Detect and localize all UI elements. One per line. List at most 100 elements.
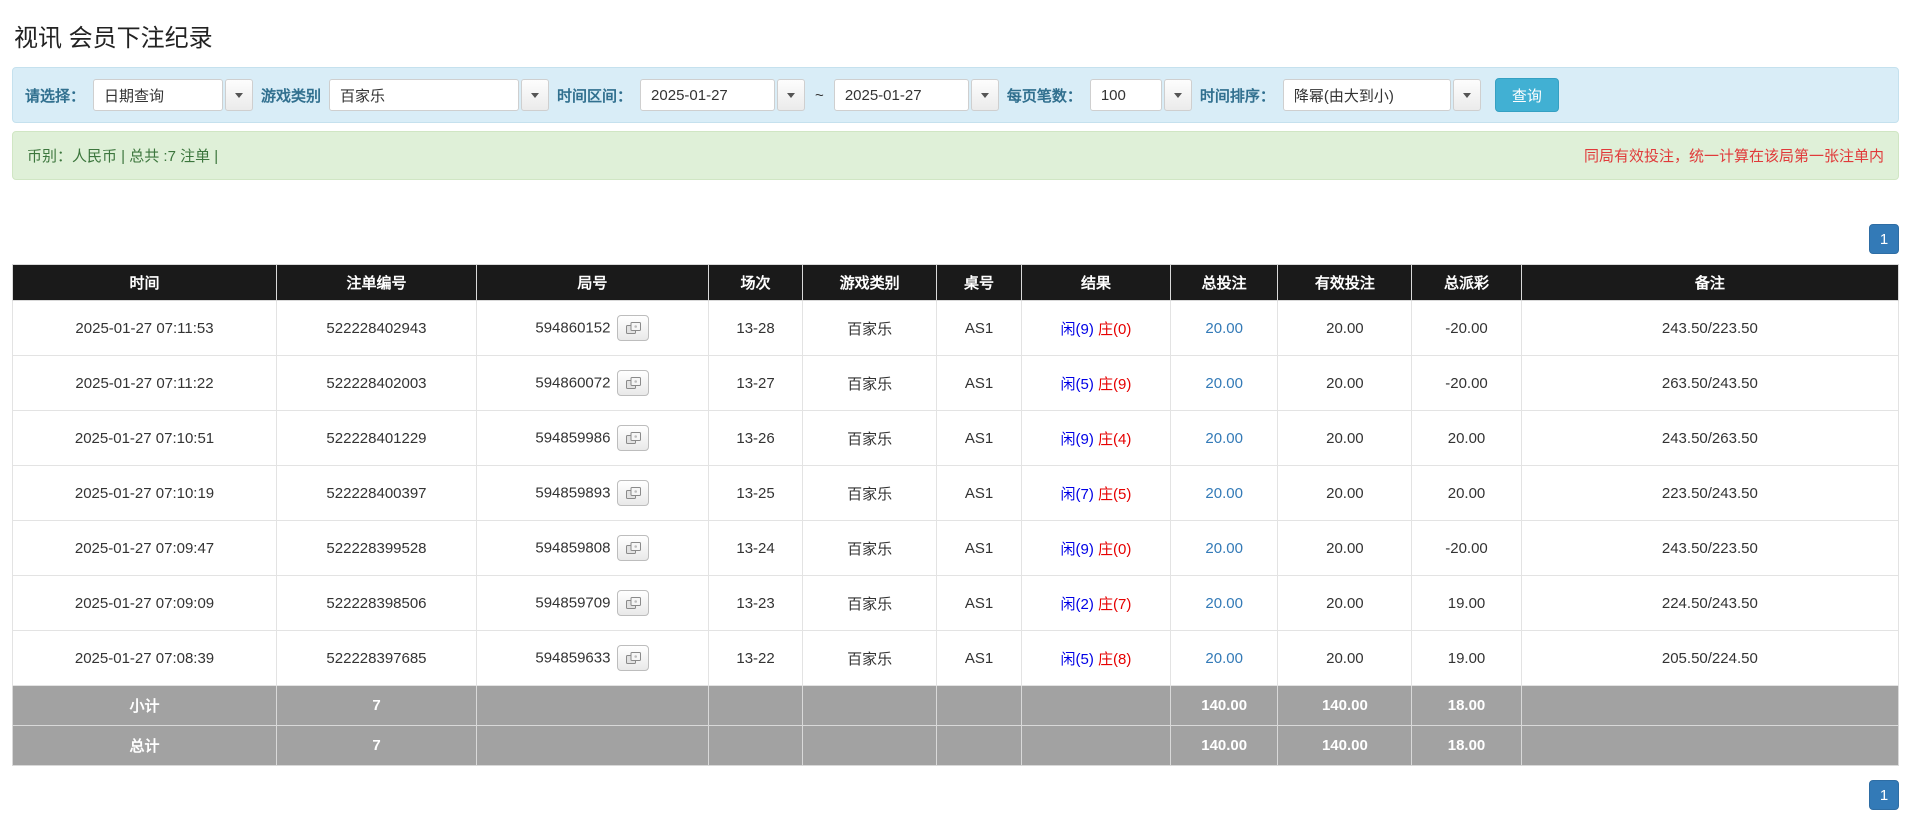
remark: 263.50/243.50 xyxy=(1520,355,1900,411)
round-replay-cards-icon[interactable] xyxy=(617,535,650,561)
table-number: AS1 xyxy=(936,410,1022,466)
bet-time: 2025-01-27 07:09:09 xyxy=(11,575,278,631)
result-player: 闲(5) xyxy=(1060,650,1094,668)
round-cell: 594859986 xyxy=(475,410,709,466)
game-category-select[interactable]: 百家乐 xyxy=(329,79,550,111)
valid-bet: 20.00 xyxy=(1277,630,1413,686)
summary-total-payout: 18.00 xyxy=(1411,725,1522,766)
session-number: 13-27 xyxy=(707,355,804,411)
summary-total-payout: 18.00 xyxy=(1411,685,1522,726)
total-bet-cell: 20.00 xyxy=(1169,575,1279,631)
result-cell: 闲(5) 庄(8) xyxy=(1020,630,1171,686)
currency-summary-text: 币别：人民币 | 总共 :7 注单 | xyxy=(27,148,219,165)
header-result: 结果 xyxy=(1020,264,1171,301)
chevron-down-icon[interactable] xyxy=(1163,79,1192,111)
bet-id: 522228402943 xyxy=(276,300,477,356)
table-row: 2025-01-27 07:10:51 522228401229 5948599… xyxy=(11,410,1900,466)
total-bet-cell: 20.00 xyxy=(1169,630,1279,686)
header-round: 局号 xyxy=(475,264,709,301)
remark: 243.50/263.50 xyxy=(1520,410,1900,466)
total-bet-cell: 20.00 xyxy=(1169,410,1279,466)
total-bet-link[interactable]: 20.00 xyxy=(1205,320,1243,337)
chevron-down-icon[interactable] xyxy=(1452,79,1481,111)
game-category-select-value[interactable]: 百家乐 xyxy=(329,79,520,111)
round-number: 594859709 xyxy=(535,594,611,612)
result-player: 闲(5) xyxy=(1060,375,1094,393)
session-number: 13-23 xyxy=(707,575,804,631)
session-number: 13-22 xyxy=(707,630,804,686)
mode-label: 请选择： xyxy=(25,87,86,105)
summary-empty-cell xyxy=(475,725,709,766)
bet-id: 522228400397 xyxy=(276,465,477,521)
chevron-down-icon xyxy=(980,92,989,98)
time-sort-value[interactable]: 降幂(由大到小) xyxy=(1282,79,1451,111)
game-category: 百家乐 xyxy=(802,300,938,356)
time-sort-select[interactable]: 降幂(由大到小) xyxy=(1282,79,1481,111)
total-bet-link[interactable]: 20.00 xyxy=(1205,485,1243,502)
table-row: 2025-01-27 07:08:39 522228397685 5948596… xyxy=(11,630,1900,686)
valid-bet: 20.00 xyxy=(1277,575,1413,631)
chevron-down-icon[interactable] xyxy=(521,79,550,111)
per-page-value[interactable]: 100 xyxy=(1089,79,1162,111)
date-to-select[interactable]: 2025-01-27 xyxy=(833,79,999,111)
table-row: 2025-01-27 07:11:22 522228402003 5948600… xyxy=(11,355,1900,411)
summary-bar: 币别：人民币 | 总共 :7 注单 | 同局有效投注，统一计算在该局第一张注单内 xyxy=(12,131,1899,180)
remark: 243.50/223.50 xyxy=(1520,520,1900,576)
header-total-bet: 总投注 xyxy=(1169,264,1279,301)
valid-bet-notice-text: 同局有效投注，统一计算在该局第一张注单内 xyxy=(1583,148,1884,165)
page-title: 视讯 会员下注纪录 xyxy=(14,25,213,52)
game-category: 百家乐 xyxy=(802,355,938,411)
per-page-select[interactable]: 100 xyxy=(1089,79,1192,111)
date-from-value[interactable]: 2025-01-27 xyxy=(640,79,776,111)
summary-empty-cell xyxy=(707,685,804,726)
page-root: 视讯 会员下注纪录 请选择： 日期查询 游戏类别 百家乐 时间区间： 2025-… xyxy=(0,0,1911,830)
round-replay-cards-icon[interactable] xyxy=(617,480,650,506)
page-1-button[interactable]: 1 xyxy=(1869,224,1899,254)
summary-empty-cell xyxy=(1520,725,1900,766)
table-number: AS1 xyxy=(936,630,1022,686)
table-row: 2025-01-27 07:10:19 522228400397 5948598… xyxy=(11,465,1900,521)
result-player: 闲(2) xyxy=(1060,595,1094,613)
total-bet-link[interactable]: 20.00 xyxy=(1205,430,1243,447)
cards-icon xyxy=(625,541,641,554)
total-bet-link[interactable]: 20.00 xyxy=(1205,540,1243,557)
total-bet-link[interactable]: 20.00 xyxy=(1205,595,1243,612)
result-player: 闲(7) xyxy=(1060,485,1094,503)
bet-time: 2025-01-27 07:10:19 xyxy=(11,465,278,521)
bet-id: 522228402003 xyxy=(276,355,477,411)
round-replay-cards-icon[interactable] xyxy=(617,315,650,341)
round-replay-cards-icon[interactable] xyxy=(617,425,650,451)
round-replay-cards-icon[interactable] xyxy=(617,645,650,671)
round-number: 594859633 xyxy=(535,649,611,667)
mode-select-value[interactable]: 日期查询 xyxy=(93,79,224,111)
result-player: 闲(9) xyxy=(1060,540,1094,558)
bets-table-body: 2025-01-27 07:11:53 522228402943 5948601… xyxy=(11,300,1900,686)
page-1-button[interactable]: 1 xyxy=(1869,780,1899,810)
bet-time: 2025-01-27 07:10:51 xyxy=(11,410,278,466)
total-bet-link[interactable]: 20.00 xyxy=(1205,375,1243,392)
chevron-down-icon[interactable] xyxy=(225,79,254,111)
header-session: 场次 xyxy=(707,264,804,301)
chevron-down-icon xyxy=(531,92,540,98)
result-cell: 闲(9) 庄(0) xyxy=(1020,300,1171,356)
time-sort-label: 时间排序： xyxy=(1199,87,1275,105)
total-bet-link[interactable]: 20.00 xyxy=(1205,650,1243,667)
total-payout: -20.00 xyxy=(1411,355,1522,411)
total-bet-cell: 20.00 xyxy=(1169,465,1279,521)
date-from-select[interactable]: 2025-01-27 xyxy=(640,79,806,111)
cards-icon xyxy=(625,321,641,334)
round-cell: 594860072 xyxy=(475,355,709,411)
result-cell: 闲(7) 庄(5) xyxy=(1020,465,1171,521)
search-button[interactable]: 查询 xyxy=(1494,78,1559,112)
round-replay-cards-icon[interactable] xyxy=(617,590,650,616)
remark: 243.50/223.50 xyxy=(1520,300,1900,356)
chevron-down-icon[interactable] xyxy=(970,79,999,111)
summary-valid-bet: 140.00 xyxy=(1277,725,1413,766)
pagination-bottom: 1 xyxy=(12,780,1899,810)
date-to-value[interactable]: 2025-01-27 xyxy=(833,79,969,111)
remark: 223.50/243.50 xyxy=(1520,465,1900,521)
round-replay-cards-icon[interactable] xyxy=(617,370,650,396)
mode-select[interactable]: 日期查询 xyxy=(93,79,254,111)
chevron-down-icon[interactable] xyxy=(777,79,806,111)
total-bet-cell: 20.00 xyxy=(1169,300,1279,356)
